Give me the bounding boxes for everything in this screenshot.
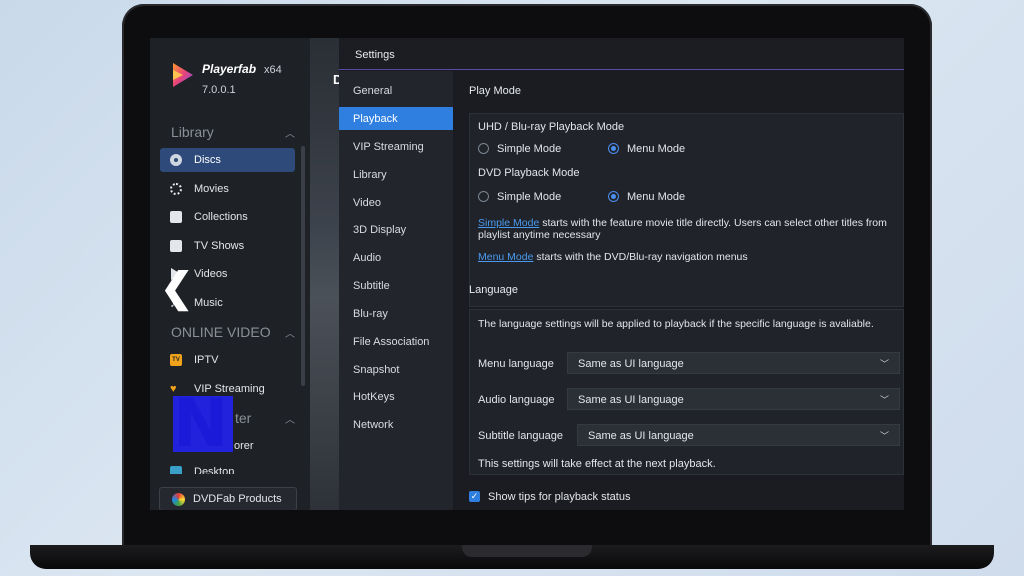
collections-icon — [170, 211, 182, 223]
sidebar-scrollbar[interactable] — [301, 146, 305, 386]
uhd-menu-mode-label[interactable]: Menu Mode — [627, 143, 685, 155]
sidebar-item-movies[interactable]: Movies — [160, 177, 295, 201]
dvdfab-products-label: DVDFab Products — [193, 493, 282, 505]
language-panel: The language settings will be applied to… — [469, 309, 904, 475]
sidebar-item-label: IPTV — [194, 354, 219, 366]
settings-nav-playback[interactable]: Playback — [339, 107, 453, 130]
app-arch: x64 — [264, 64, 282, 76]
app-name: Playerfab — [202, 62, 257, 76]
settings-nav: General Playback VIP Streaming Library V… — [339, 71, 453, 510]
sidebar-item-collections[interactable]: Collections — [160, 205, 295, 229]
tv-icon — [170, 240, 182, 252]
dvd-playback-mode-label: DVD Playback Mode — [478, 167, 580, 179]
settings-nav-snapshot[interactable]: Snapshot — [339, 358, 453, 381]
settings-nav-subtitle[interactable]: Subtitle — [339, 274, 453, 297]
settings-nav-blu-ray[interactable]: Blu-ray — [339, 302, 453, 325]
dvd-menu-mode-radio[interactable] — [608, 191, 619, 202]
playerfab-logo-icon — [173, 63, 193, 87]
app-sidebar: Playerfab x64 7.0.0.1 Library ︿ Discs Mov… — [150, 38, 310, 510]
settings-nav-general[interactable]: General — [339, 79, 453, 102]
chevron-up-icon[interactable]: ︿ — [285, 411, 295, 426]
overlay-n-logo: N — [173, 386, 233, 462]
show-tips-label[interactable]: Show tips for playback status — [488, 491, 630, 503]
simple-mode-link[interactable]: Simple Mode — [478, 217, 539, 229]
simple-mode-desc-text: starts with the feature movie title dire… — [478, 217, 887, 241]
back-arrow-icon[interactable]: ❮ — [160, 268, 194, 308]
settings-nav-vip-streaming[interactable]: VIP Streaming — [339, 135, 453, 158]
settings-nav-library[interactable]: Library — [339, 163, 453, 186]
uhd-playback-mode-label: UHD / Blu-ray Playback Mode — [478, 121, 625, 133]
sidebar-item-desktop[interactable]: Desktop — [160, 462, 295, 474]
sidebar-item-iptv[interactable]: TV IPTV — [160, 348, 295, 372]
dvd-menu-mode-label[interactable]: Menu Mode — [627, 191, 685, 203]
settings-content: Play Mode UHD / Blu-ray Playback Mode Si… — [453, 71, 904, 510]
background-scenic-strip — [310, 38, 340, 510]
dvdfab-products-button[interactable]: DVDFab Products — [159, 487, 297, 510]
subtitle-language-select[interactable]: Same as UI language ﹀ — [577, 424, 900, 446]
menu-mode-link[interactable]: Menu Mode — [478, 251, 533, 263]
app-version: 7.0.0.1 — [202, 84, 236, 96]
settings-nav-3d-display[interactable]: 3D Display — [339, 218, 453, 241]
sidebar-item-label: Movies — [194, 183, 229, 195]
iptv-icon: TV — [170, 354, 182, 366]
show-tips-checkbox[interactable]: ✓ — [469, 491, 480, 502]
audio-language-label: Audio language — [478, 394, 555, 406]
sidebar-item-label: Desktop — [194, 466, 235, 474]
uhd-simple-mode-label[interactable]: Simple Mode — [497, 143, 561, 155]
subtitle-language-label: Subtitle language — [478, 430, 564, 442]
dvd-simple-mode-radio[interactable] — [478, 191, 489, 202]
language-effect-note: This settings will take effect at the ne… — [478, 458, 716, 470]
menu-language-select[interactable]: Same as UI language ﹀ — [567, 352, 900, 374]
library-heading: Library — [171, 124, 214, 140]
menu-language-value: Same as UI language — [578, 358, 684, 370]
sidebar-item-tv-shows[interactable]: TV Shows — [160, 234, 295, 258]
menu-mode-desc-text: starts with the DVD/Blu-ray navigation m… — [533, 251, 748, 263]
language-heading: Language — [469, 284, 518, 296]
sidebar-item-label: Discs — [194, 154, 221, 166]
online-video-section-header[interactable]: ONLINE VIDEO ︿ — [171, 324, 295, 340]
sidebar-item-discs[interactable]: Discs — [160, 148, 295, 172]
subtitle-language-value: Same as UI language — [588, 430, 694, 442]
settings-dialog: Settings General Playback VIP Streaming … — [339, 38, 904, 510]
chevron-down-icon: ﹀ — [879, 395, 889, 405]
settings-nav-network[interactable]: Network — [339, 413, 453, 436]
settings-dialog-title: Settings — [339, 38, 904, 70]
chevron-down-icon: ﹀ — [879, 359, 889, 369]
settings-nav-file-association[interactable]: File Association — [339, 330, 453, 353]
app-logo-block: Playerfab x64 7.0.0.1 — [170, 60, 282, 96]
menu-language-label: Menu language — [478, 358, 554, 370]
screen: Playerfab x64 7.0.0.1 Library ︿ Discs Mov… — [150, 38, 904, 510]
disc-icon — [170, 154, 182, 166]
sidebar-item-label: Music — [194, 297, 223, 309]
audio-language-value: Same as UI language — [578, 394, 684, 406]
sidebar-item-label: Videos — [194, 268, 228, 280]
settings-nav-video[interactable]: Video — [339, 191, 453, 214]
chevron-up-icon[interactable]: ︿ — [285, 325, 295, 340]
library-section-header[interactable]: Library ︿ — [171, 124, 295, 140]
play-mode-panel: UHD / Blu-ray Playback Mode Simple Mode … — [469, 113, 904, 307]
online-video-heading: ONLINE VIDEO — [171, 324, 271, 340]
film-reel-icon — [170, 183, 182, 195]
simple-mode-description: Simple Mode starts with the feature movi… — [478, 217, 902, 241]
settings-nav-audio[interactable]: Audio — [339, 246, 453, 269]
audio-language-select[interactable]: Same as UI language ﹀ — [567, 388, 900, 410]
laptop-notch — [462, 545, 592, 557]
chevron-up-icon[interactable]: ︿ — [285, 125, 295, 140]
chevron-down-icon: ﹀ — [879, 431, 889, 441]
uhd-menu-mode-radio[interactable] — [608, 143, 619, 154]
sidebar-item-label: TV Shows — [194, 240, 245, 252]
settings-nav-hotkeys[interactable]: HotKeys — [339, 385, 453, 408]
desktop-icon — [170, 466, 182, 474]
sidebar-item-label: Collections — [194, 211, 248, 223]
dvd-simple-mode-label[interactable]: Simple Mode — [497, 191, 561, 203]
play-mode-heading: Play Mode — [469, 85, 521, 97]
language-note: The language settings will be applied to… — [478, 318, 874, 330]
menu-mode-description: Menu Mode starts with the DVD/Blu-ray na… — [478, 251, 748, 263]
dvdfab-products-icon — [172, 492, 185, 506]
uhd-simple-mode-radio[interactable] — [478, 143, 489, 154]
